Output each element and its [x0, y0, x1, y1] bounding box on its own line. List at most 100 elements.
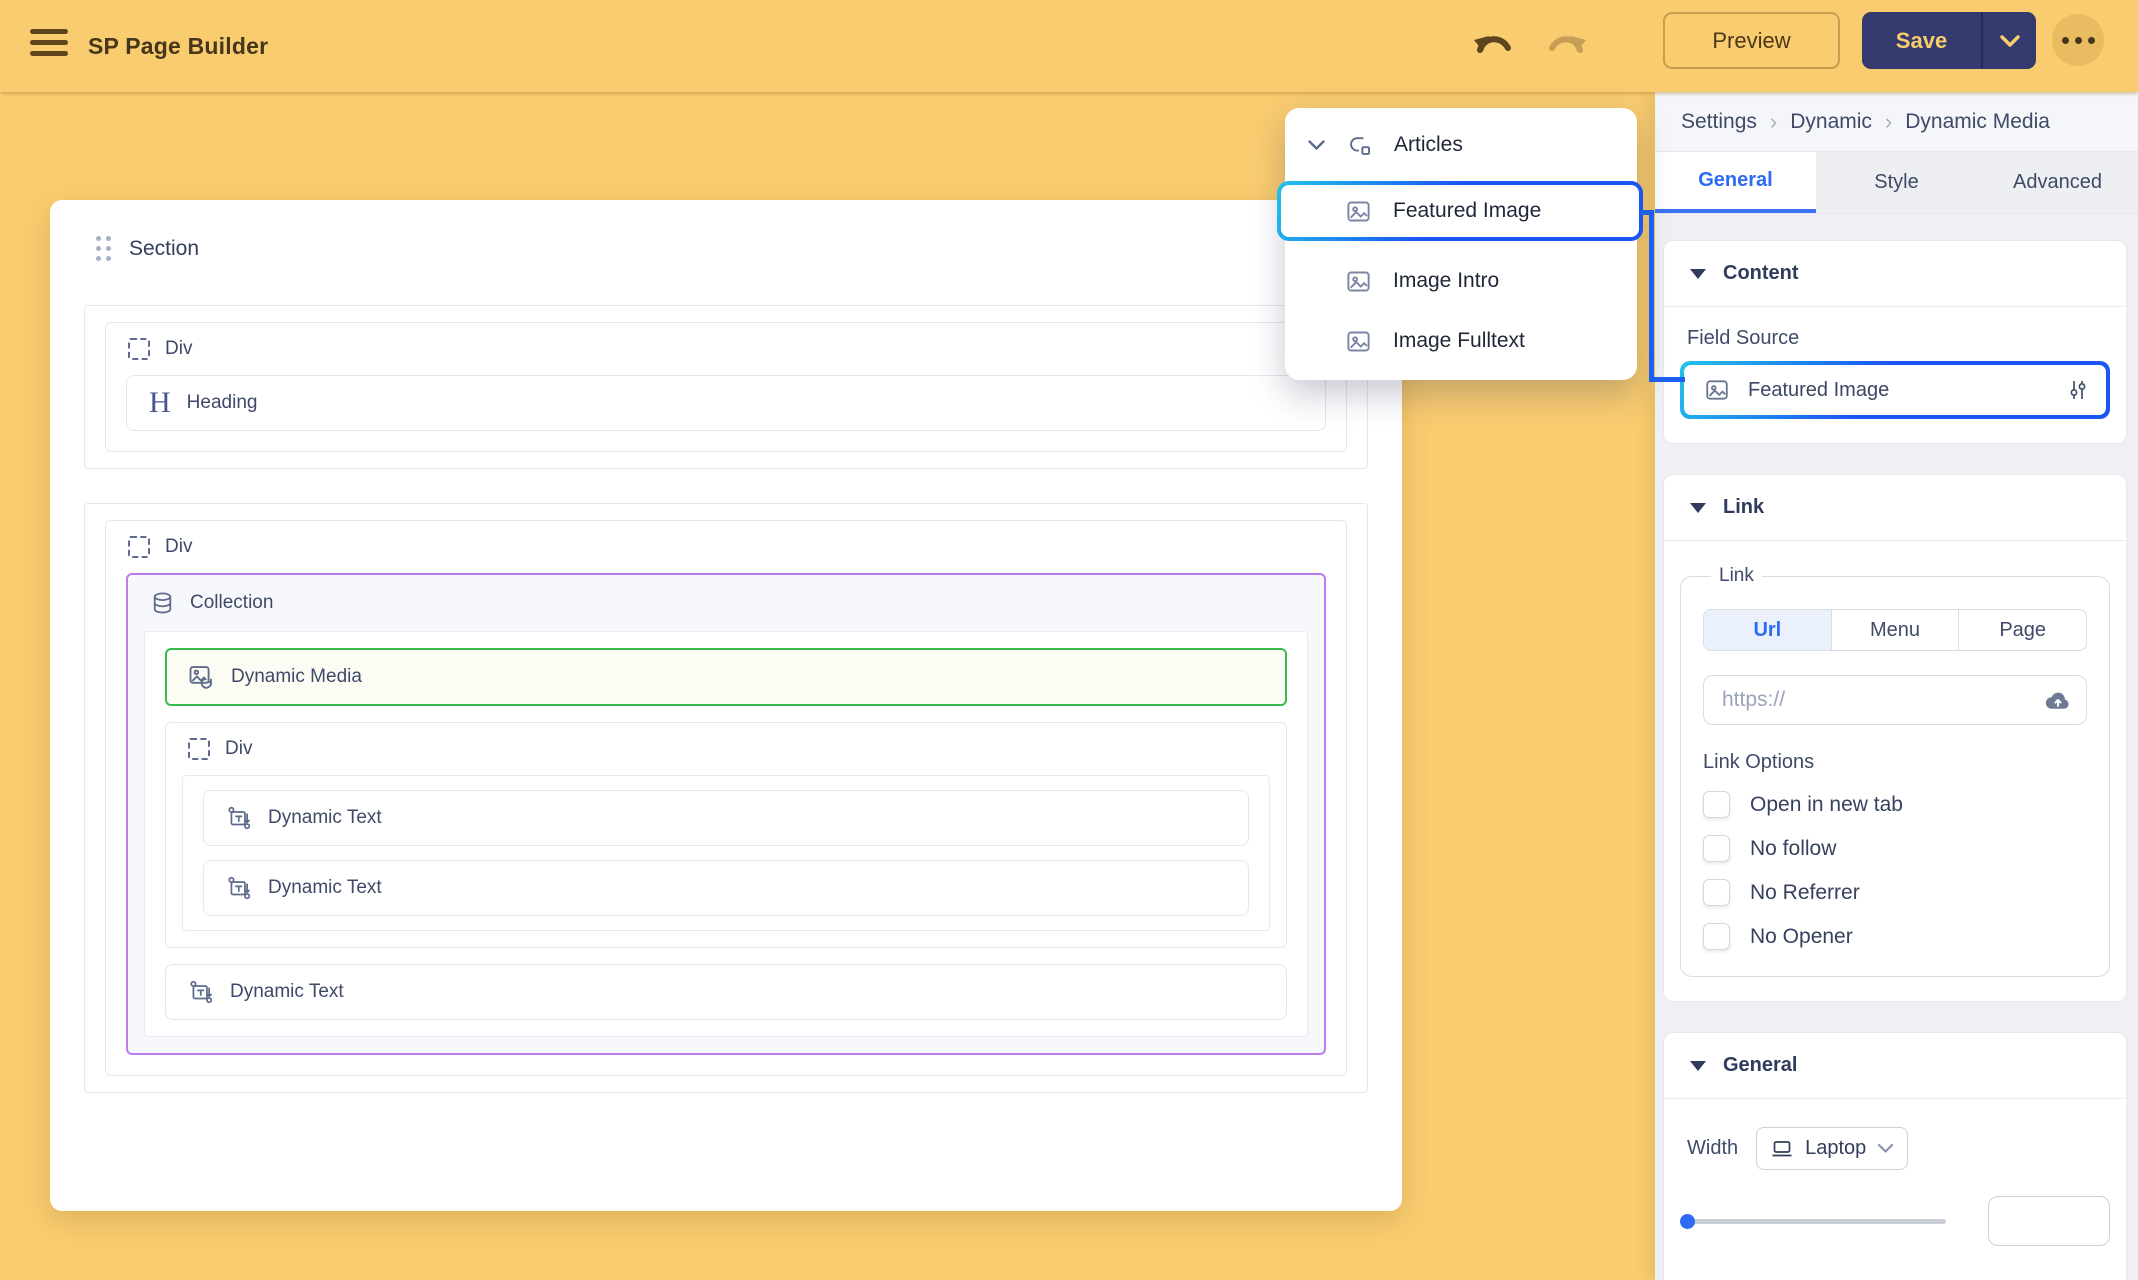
- breadcrumb-separator: ›: [1770, 109, 1777, 135]
- dynamic-media-label: Dynamic Media: [231, 666, 362, 688]
- image-icon: [1345, 268, 1372, 295]
- top-bar: SP Page Builder Preview Save: [0, 0, 2138, 92]
- dynamic-text-element-2[interactable]: Dynamic Text: [203, 860, 1249, 916]
- save-button[interactable]: Save: [1862, 12, 1981, 69]
- tab-general[interactable]: General: [1655, 152, 1816, 213]
- general-section-title: General: [1723, 1054, 1797, 1077]
- more-options-icon[interactable]: [2052, 14, 2104, 66]
- option-open-new-tab[interactable]: Open in new tab: [1703, 791, 2087, 818]
- dynamic-text-element-1[interactable]: Dynamic Text: [203, 790, 1249, 846]
- dropdown-group-articles[interactable]: Articles: [1285, 117, 1637, 173]
- sliders-icon[interactable]: [2066, 377, 2090, 403]
- dynamic-text-label: Dynamic Text: [268, 877, 382, 899]
- section-card[interactable]: Section Div H Heading: [50, 200, 1402, 1211]
- panel-tabs: General Style Advanced: [1655, 152, 2138, 214]
- field-source-value: Featured Image: [1748, 379, 2048, 402]
- dynamic-text-label: Dynamic Text: [268, 807, 382, 829]
- link-type-page[interactable]: Page: [1958, 610, 2086, 650]
- breadcrumb-dynamic[interactable]: Dynamic: [1790, 110, 1872, 134]
- breadcrumb-separator: ›: [1885, 109, 1892, 135]
- breadcrumb-dynamic-media[interactable]: Dynamic Media: [1905, 110, 2050, 134]
- dynamic-media-element[interactable]: Dynamic Media: [165, 648, 1287, 706]
- no-referrer-checkbox[interactable]: [1703, 879, 1730, 906]
- div-element-3[interactable]: Div: [165, 722, 1287, 948]
- div-icon: [188, 738, 210, 760]
- field-source-label: Field Source: [1687, 327, 2110, 350]
- option-no-follow[interactable]: No follow: [1703, 835, 2087, 862]
- div-icon: [128, 338, 150, 360]
- collection-header: Collection: [128, 575, 1324, 631]
- collapse-triangle-icon: [1690, 269, 1706, 279]
- link-section-header[interactable]: Link: [1664, 475, 2126, 541]
- cloud-upload-icon[interactable]: [2044, 688, 2072, 712]
- undo-icon[interactable]: [1472, 28, 1516, 64]
- width-value-input[interactable]: [1988, 1196, 2110, 1246]
- section-header: Section: [96, 236, 1368, 261]
- no-opener-checkbox[interactable]: [1703, 923, 1730, 950]
- collection-label: Collection: [190, 592, 273, 614]
- div-header: Div: [166, 723, 1286, 775]
- dropdown-item-label: Featured Image: [1393, 199, 1541, 223]
- dropdown-item-image-intro[interactable]: Image Intro: [1285, 251, 1637, 311]
- width-label: Width: [1687, 1137, 1738, 1160]
- general-section-header[interactable]: General: [1664, 1033, 2126, 1099]
- div-label: Div: [165, 536, 192, 558]
- div-icon: [128, 536, 150, 558]
- save-dropdown-chevron-icon[interactable]: [1983, 12, 2036, 69]
- row-container-2[interactable]: Div Collection: [84, 503, 1368, 1093]
- image-icon: [1704, 377, 1730, 403]
- width-slider[interactable]: [1687, 1219, 1946, 1224]
- div-label: Div: [165, 338, 192, 360]
- breadcrumb-settings[interactable]: Settings: [1681, 110, 1757, 134]
- content-section: Content Field Source Featured Image: [1663, 240, 2127, 444]
- hamburger-icon[interactable]: [30, 29, 68, 62]
- redo-icon[interactable]: [1544, 28, 1588, 64]
- collapse-triangle-icon: [1690, 503, 1706, 513]
- tab-advanced[interactable]: Advanced: [1977, 152, 2138, 213]
- image-icon: [1345, 328, 1372, 355]
- row-container-1[interactable]: Div H Heading: [84, 305, 1368, 469]
- collection-element[interactable]: Collection Dy: [126, 573, 1326, 1055]
- option-label: No follow: [1750, 837, 1836, 861]
- no-follow-checkbox[interactable]: [1703, 835, 1730, 862]
- open-new-tab-checkbox[interactable]: [1703, 791, 1730, 818]
- option-label: No Referrer: [1750, 881, 1860, 905]
- connector-line: [1649, 377, 1685, 382]
- width-device-value: Laptop: [1805, 1137, 1866, 1160]
- link-type-segmented-control: Url Menu Page: [1703, 609, 2087, 651]
- div-content: Dynamic Text: [182, 775, 1270, 931]
- general-section: General Width Laptop: [1663, 1032, 2127, 1280]
- option-no-opener[interactable]: No Opener: [1703, 923, 2087, 950]
- field-source-select[interactable]: Featured Image: [1680, 361, 2110, 419]
- heading-icon: H: [149, 388, 171, 418]
- preview-button[interactable]: Preview: [1663, 12, 1840, 69]
- content-section-header[interactable]: Content: [1664, 241, 2126, 307]
- option-label: Open in new tab: [1750, 793, 1903, 817]
- div-element-1[interactable]: Div H Heading: [105, 322, 1347, 452]
- option-no-referrer[interactable]: No Referrer: [1703, 879, 2087, 906]
- tab-style[interactable]: Style: [1816, 152, 1977, 213]
- width-slider-thumb[interactable]: [1680, 1214, 1695, 1229]
- drag-handle-icon[interactable]: [96, 236, 111, 261]
- width-device-select[interactable]: Laptop: [1756, 1127, 1908, 1170]
- div-element-2[interactable]: Div Collection: [105, 520, 1347, 1076]
- url-input-wrap: [1703, 675, 2087, 725]
- heading-element[interactable]: H Heading: [126, 375, 1326, 431]
- dropdown-item-image-fulltext[interactable]: Image Fulltext: [1285, 311, 1637, 371]
- url-input[interactable]: [1710, 688, 2044, 712]
- save-split-button: Save: [1862, 12, 2036, 69]
- connector-line: [1649, 210, 1654, 382]
- dynamic-text-element-3[interactable]: Dynamic Text: [165, 964, 1287, 1020]
- link-fieldset-label: Link: [1711, 565, 1762, 587]
- link-options-label: Link Options: [1703, 751, 2087, 774]
- link-type-url[interactable]: Url: [1704, 610, 1831, 650]
- dynamic-media-icon: [187, 663, 215, 691]
- div-label: Div: [225, 738, 252, 760]
- content-section-title: Content: [1723, 262, 1799, 285]
- chevron-down-icon: [1877, 1143, 1894, 1154]
- link-type-menu[interactable]: Menu: [1831, 610, 1959, 650]
- div-header: Div: [106, 521, 1346, 573]
- laptop-icon: [1770, 1138, 1794, 1160]
- dropdown-item-featured-image-selected[interactable]: Featured Image: [1277, 181, 1643, 241]
- width-slider-row: [1687, 1196, 2110, 1246]
